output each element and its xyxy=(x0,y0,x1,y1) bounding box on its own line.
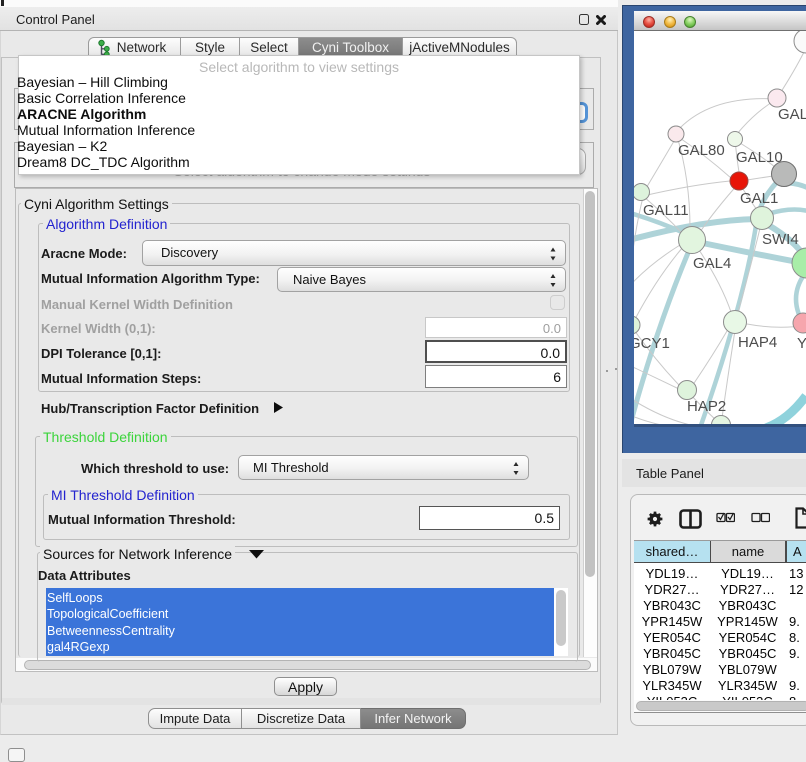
svg-text:Y: Y xyxy=(797,335,806,352)
svg-text:GAL10: GAL10 xyxy=(736,149,783,166)
svg-text:GAL1: GAL1 xyxy=(740,190,778,207)
svg-text:GCY1: GCY1 xyxy=(634,335,670,352)
svg-text:HAP2: HAP2 xyxy=(687,398,726,415)
svg-text:GAL4: GAL4 xyxy=(693,255,731,272)
svg-text:GAL7: GAL7 xyxy=(778,106,806,123)
svg-text:HAP4: HAP4 xyxy=(738,334,777,351)
svg-text:GAL80: GAL80 xyxy=(678,142,725,159)
svg-text:SWI4: SWI4 xyxy=(762,231,799,248)
svg-text:GAL11: GAL11 xyxy=(643,202,689,219)
